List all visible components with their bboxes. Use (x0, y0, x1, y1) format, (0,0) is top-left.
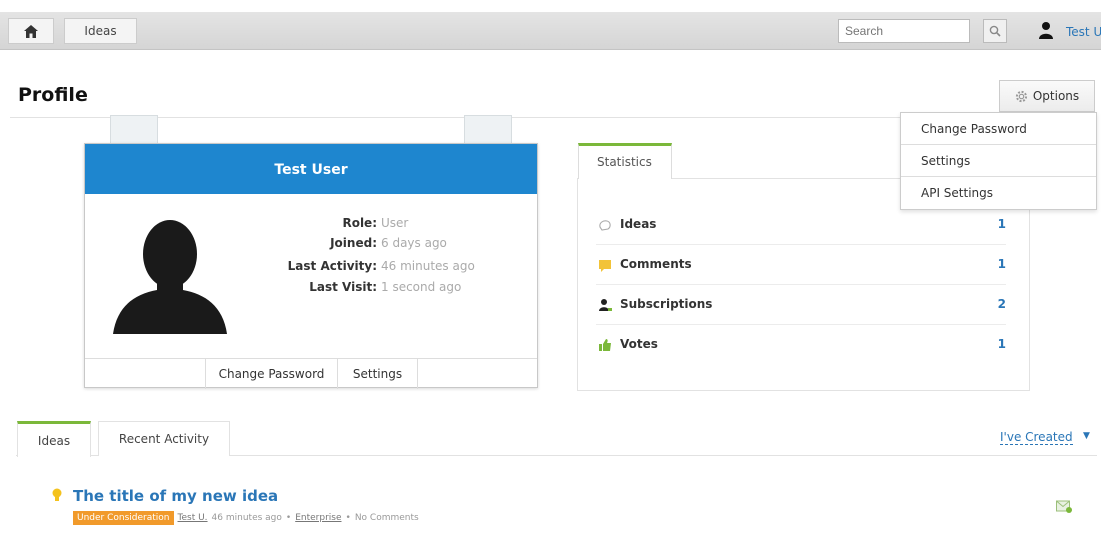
menu-item-settings[interactable]: Settings (901, 145, 1096, 177)
change-password-button[interactable]: Change Password (205, 359, 338, 389)
field-value: 1 second ago (381, 280, 462, 294)
filter-dropdown[interactable]: I've Created (1000, 430, 1073, 445)
stat-value[interactable]: 1 (998, 217, 1006, 231)
user-silhouette-icon (1039, 22, 1053, 39)
tab-ideas[interactable]: Ideas (17, 421, 91, 457)
page-title: Profile (18, 84, 88, 106)
stat-label: Subscriptions (620, 297, 713, 311)
gear-icon (1015, 90, 1027, 102)
idea-title-link[interactable]: The title of my new idea (73, 487, 278, 505)
home-icon (24, 24, 38, 38)
stat-row-subscriptions: Subscriptions 2 (596, 285, 1006, 325)
idea-time: 46 minutes ago (211, 513, 282, 523)
tab-statistics[interactable]: Statistics (578, 143, 672, 179)
stat-label: Comments (620, 257, 692, 271)
breadcrumb-ideas[interactable]: Ideas (64, 18, 137, 44)
profile-field-last-visit: Last Visit: 1 second ago (265, 280, 545, 294)
field-label: Joined: (330, 236, 377, 250)
comments-count: No Comments (354, 513, 419, 523)
bulb-outline-icon (599, 220, 611, 231)
stat-label: Ideas (620, 217, 657, 231)
field-label: Last Activity: (287, 259, 377, 273)
options-button[interactable]: Options (999, 80, 1095, 112)
chevron-down-icon: ▼ (1083, 431, 1090, 441)
stat-row-comments: Comments 1 (596, 245, 1006, 285)
stat-value[interactable]: 1 (998, 257, 1006, 271)
meta-separator: • (285, 513, 292, 523)
profile-field-last-activity: Last Activity: 46 minutes ago (265, 259, 545, 273)
menu-item-api-settings[interactable]: API Settings (901, 177, 1096, 209)
thumbs-up-icon (599, 339, 611, 351)
profile-card-footer: Change Password Settings (85, 358, 537, 389)
stat-value[interactable]: 1 (998, 337, 1006, 351)
profile-field-role: Role: User (265, 216, 545, 230)
user-menu-link[interactable]: Test U (1066, 25, 1101, 39)
stat-label: Votes (620, 337, 658, 351)
stat-row-ideas: Ideas 1 (596, 205, 1006, 245)
lightbulb-icon (52, 488, 62, 501)
category-link[interactable]: Enterprise (295, 513, 341, 523)
profile-name: Test User (85, 144, 537, 194)
status-badge: Under Consideration (73, 511, 174, 525)
search-button[interactable] (983, 19, 1007, 43)
meta-separator: • (345, 513, 351, 523)
field-value: 6 days ago (381, 236, 447, 250)
avatar (113, 220, 227, 334)
options-label: Options (1032, 89, 1080, 103)
tab-recent-activity[interactable]: Recent Activity (98, 421, 230, 456)
subscriber-icon (599, 299, 612, 311)
field-value: User (381, 216, 409, 230)
stat-row-votes: Votes 1 (596, 325, 1006, 365)
search-input[interactable] (838, 19, 970, 43)
settings-button[interactable]: Settings (338, 359, 418, 389)
top-navigation-bar: Ideas Test U (0, 12, 1101, 50)
author-link[interactable]: Test U. (178, 513, 208, 523)
field-value: 46 minutes ago (381, 259, 475, 273)
magnifier-icon (989, 25, 1001, 37)
profile-field-joined: Joined: 6 days ago (265, 236, 545, 250)
email-subscribe-icon[interactable] (1056, 500, 1072, 513)
field-label: Role: (342, 216, 377, 230)
stat-value[interactable]: 2 (998, 297, 1006, 311)
home-button[interactable] (8, 18, 54, 44)
comment-icon (599, 260, 611, 272)
idea-meta: Under Consideration Test U. 46 minutes a… (73, 511, 419, 525)
profile-card: Test User Role: User Joined: 6 days ago La… (84, 143, 538, 389)
menu-item-change-password[interactable]: Change Password (901, 113, 1096, 145)
field-label: Last Visit: (309, 280, 377, 294)
options-dropdown-menu: Change Password Settings API Settings (900, 112, 1097, 210)
